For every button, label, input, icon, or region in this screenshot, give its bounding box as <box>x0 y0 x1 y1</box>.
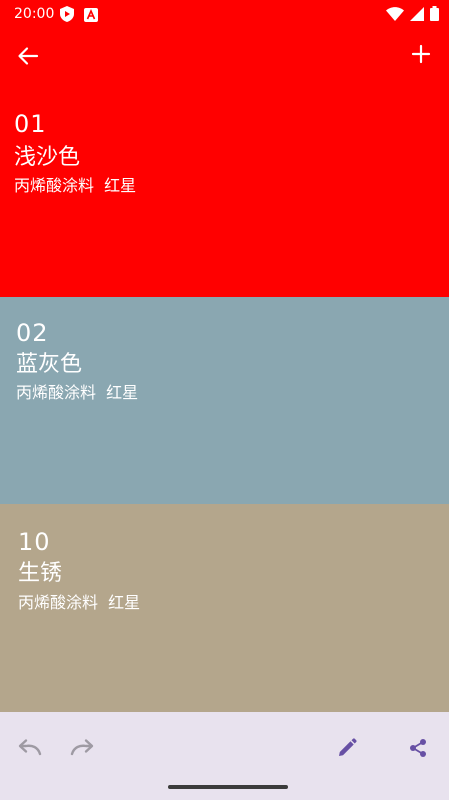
app-bar <box>0 28 449 86</box>
wifi-icon <box>386 6 404 25</box>
color-name: 蓝灰色 <box>16 352 83 377</box>
add-button[interactable] <box>407 42 435 70</box>
color-list: 01 浅沙色 丙烯酸涂料 红星 02 蓝灰色 丙烯酸涂料 红星 10 生锈 丙烯… <box>0 0 449 712</box>
screen: 01 浅沙色 丙烯酸涂料 红星 02 蓝灰色 丙烯酸涂料 红星 10 生锈 丙烯… <box>0 0 449 800</box>
pencil-icon <box>337 738 357 762</box>
signal-icon <box>410 6 424 25</box>
edit-button[interactable] <box>333 736 361 764</box>
text-a-icon <box>84 7 98 26</box>
undo-button[interactable] <box>16 736 44 764</box>
color-name: 生锈 <box>18 561 63 586</box>
color-meta: 丙烯酸涂料 红星 <box>16 383 139 402</box>
color-code: 10 <box>18 528 51 556</box>
home-indicator[interactable] <box>168 785 288 789</box>
status-icons-right <box>386 6 439 25</box>
share-button[interactable] <box>404 736 432 764</box>
color-code: 02 <box>16 319 49 347</box>
color-meta: 丙烯酸涂料 红星 <box>14 176 137 195</box>
undo-icon <box>17 738 43 762</box>
color-card-10[interactable]: 10 生锈 丙烯酸涂料 红星 <box>0 504 449 712</box>
arrow-left-icon <box>17 45 39 71</box>
status-icons-left <box>60 6 98 26</box>
share-icon <box>408 738 428 762</box>
color-code: 01 <box>14 110 47 138</box>
color-name: 浅沙色 <box>14 145 81 170</box>
shield-play-icon <box>60 6 74 26</box>
battery-icon <box>430 6 439 25</box>
status-time: 20:00 <box>14 6 55 22</box>
redo-button[interactable] <box>68 736 96 764</box>
redo-icon <box>69 738 95 762</box>
bottom-action-bar <box>0 712 449 800</box>
back-button[interactable] <box>14 44 42 72</box>
status-bar: 20:00 <box>0 0 449 28</box>
color-meta: 丙烯酸涂料 红星 <box>18 593 141 612</box>
plus-icon <box>411 44 431 68</box>
color-card-02[interactable]: 02 蓝灰色 丙烯酸涂料 红星 <box>0 297 449 504</box>
